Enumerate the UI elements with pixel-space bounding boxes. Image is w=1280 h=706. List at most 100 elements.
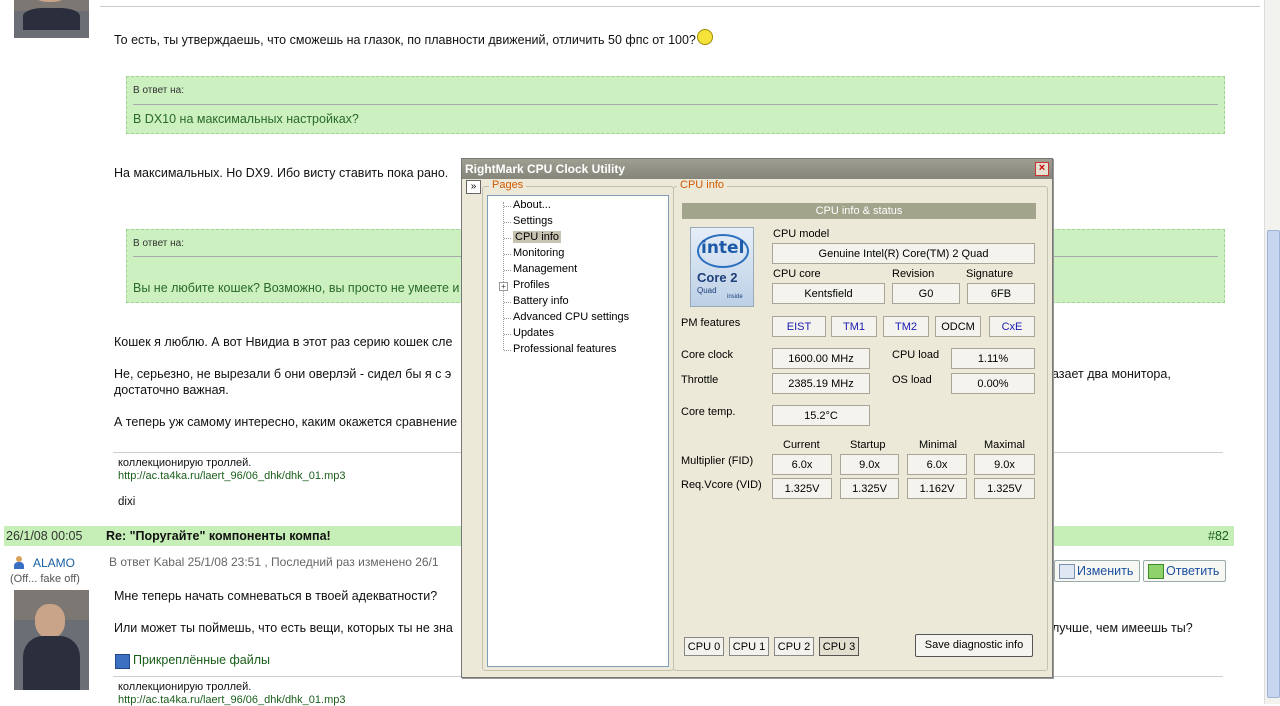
col-startup: Startup [850,439,886,451]
scrollbar-thumb[interactable] [1267,230,1280,698]
attached-files-link[interactable]: Прикреплённые файлы [133,653,270,667]
avatar[interactable] [14,590,89,690]
rmclock-window: RightMark CPU Clock Utility × » Pages + … [461,158,1053,678]
edit-icon [1059,564,1075,579]
paragraph-2b: азает два монитора, [1052,367,1171,381]
multiplier-minimal: 6.0x [907,454,967,475]
post2-text-1: Мне теперь начать сомневаться в твоей ад… [114,589,438,603]
user-status: (Off... fake off) [10,573,80,585]
cpu-core-label: CPU core [773,268,821,280]
cpu-tab-3[interactable]: CPU 3 [819,637,859,656]
page-updates[interactable]: Updates [513,327,554,339]
quote-header: В ответ на: [133,85,185,96]
vcore-label: Req.Vcore (VID) [681,479,762,491]
window-title: RightMark CPU Clock Utility [465,162,626,176]
user-icon [13,556,25,569]
cpu-tab-2[interactable]: CPU 2 [774,637,814,656]
top-separator [100,6,1260,7]
pm-features-label: PM features [681,317,741,329]
intel-core2-quad-logo: intel Core 2 Quad inside [690,227,754,307]
cpu-model-label: CPU model [773,228,830,240]
vcore-minimal: 1.162V [907,478,967,499]
pm-feature-tm2: TM2 [883,316,929,337]
vcore-current: 1.325V [772,478,832,499]
page-cpu-info[interactable]: CPU info [513,231,562,243]
reply-text-1: То есть, ты утверждаешь, что сможешь на … [114,29,713,47]
signature2-link[interactable]: http://ac.ta4ka.ru/laert_96/06_dhk/dhk_0… [118,694,346,706]
pages-label: Pages [489,179,527,191]
pm-feature-odcm: ODCM [935,316,981,337]
page-monitoring[interactable]: Monitoring [513,247,564,259]
page-battery-info[interactable]: Battery info [513,295,569,307]
throttle-label: Throttle [681,374,719,386]
quote-header: В ответ на: [133,238,185,249]
post-title[interactable]: Re: "Поругайте" компоненты компа! [106,529,331,543]
page-professional-features[interactable]: Professional features [513,343,616,355]
avatar[interactable] [14,0,89,38]
quote-text: В DX10 на максимальных настройках? [133,112,359,126]
multiplier-label: Multiplier (FID) [681,455,754,467]
col-minimal: Minimal [919,439,957,451]
reply-text-2: На максимальных. Но DX9. Ибо висту стави… [114,166,449,180]
pm-feature-cxe: CxE [989,316,1035,337]
signature2-text: коллекционирую троллей. [118,681,252,693]
multiplier-current: 6.0x [772,454,832,475]
user-name[interactable]: ALAMO [33,556,75,570]
pm-feature-tm1: TM1 [831,316,877,337]
smiley-icon [696,29,713,45]
quote-block-1: В ответ на: В DX10 на максимальных настр… [126,76,1225,134]
dixi-text: dixi [118,496,136,508]
pm-feature-eist: EIST [772,316,826,337]
double-chevron-right-icon: » [470,181,477,192]
os-load-label: OS load [892,374,932,386]
post2-text-2b: лучше, чем имеешь ты? [1052,621,1193,635]
core-temp-value: 15.2°C [772,405,870,426]
cpu-load-label: CPU load [892,349,940,361]
quote-text: Вы не любите кошек? Возможно, вы просто … [133,281,460,295]
attachment-icon [115,654,130,669]
reply-button[interactable]: Ответить [1143,560,1227,582]
window-titlebar[interactable]: RightMark CPU Clock Utility [462,159,1052,179]
expand-plus-icon[interactable]: + [499,282,508,291]
page-scrollbar[interactable] [1264,0,1280,704]
os-load-value: 0.00% [951,373,1035,394]
pages-tree: + About... Settings CPU info Monitoring … [487,195,669,667]
page-about[interactable]: About... [513,199,551,211]
post-number[interactable]: #82 [1208,529,1229,543]
multiplier-startup: 9.0x [840,454,899,475]
paragraph-2a: Не, серьезно, не вырезали б они оверлэй … [114,367,452,381]
vcore-startup: 1.325V [840,478,899,499]
cpu-tab-1[interactable]: CPU 1 [729,637,769,656]
page-settings[interactable]: Settings [513,215,553,227]
save-diagnostic-button[interactable]: Save diagnostic info [915,634,1033,657]
page-management[interactable]: Management [513,263,577,275]
revision-label: Revision [892,268,935,280]
signature-text: коллекционирую троллей. [118,457,252,469]
paragraph-3: А теперь уж самому интересно, каким окаж… [114,415,458,429]
col-maximal: Maximal [984,439,1025,451]
collapse-button[interactable]: » [466,180,481,194]
signature-value: 6FB [967,283,1035,304]
page-advanced-cpu-settings[interactable]: Advanced CPU settings [513,311,629,323]
core-clock-value: 1600.00 MHz [772,348,870,369]
cpu-info-header: CPU info & status [682,203,1036,219]
cpu-tab-0[interactable]: CPU 0 [684,637,724,656]
vcore-maximal: 1.325V [974,478,1035,499]
core-clock-label: Core clock [681,349,733,361]
signature-link[interactable]: http://ac.ta4ka.ru/laert_96/06_dhk/dhk_0… [118,470,346,482]
post-date: 26/1/08 00:05 [6,529,83,543]
multiplier-maximal: 9.0x [974,454,1035,475]
col-current: Current [783,439,820,451]
cpu-model-value: Genuine Intel(R) Core(TM) 2 Quad [772,243,1035,264]
page-profiles[interactable]: Profiles [513,279,550,291]
paragraph-2c: достаточно важная. [114,383,229,397]
throttle-value: 2385.19 MHz [772,373,870,394]
cpu-core-value: Kentsfield [772,283,885,304]
cpu-info-label: CPU info [677,179,728,191]
edit-button[interactable]: Изменить [1054,560,1141,582]
cpu-load-value: 1.11% [951,348,1035,369]
post2-text-2a: Или может ты поймешь, что есть вещи, кот… [114,621,453,635]
revision-value: G0 [892,283,960,304]
reply-icon [1148,564,1164,579]
close-icon[interactable]: × [1035,162,1049,176]
